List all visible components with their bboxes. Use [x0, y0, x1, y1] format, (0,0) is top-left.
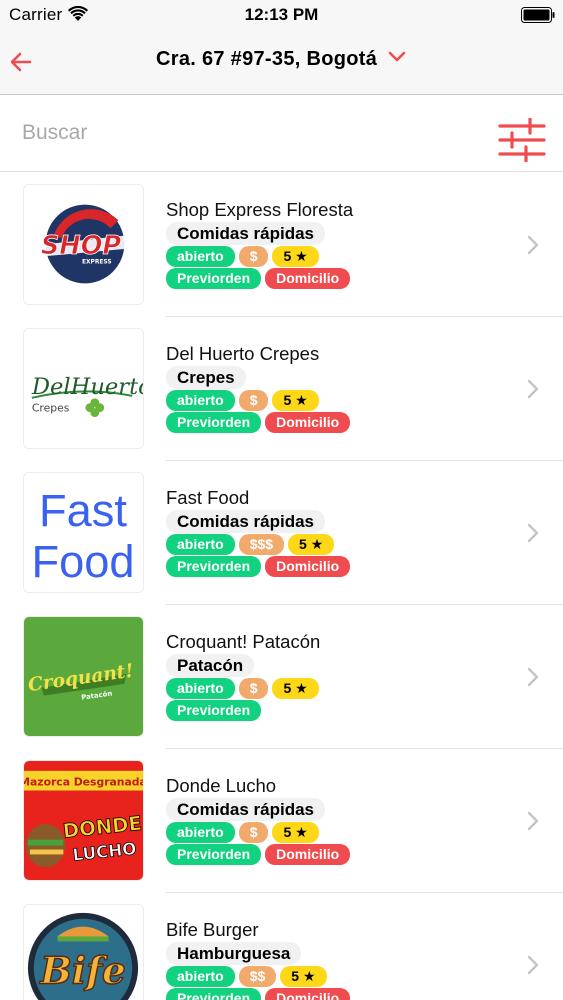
donde-lucho-logo: Mazorca Desgranada DONDE LUCHO: [24, 761, 143, 880]
category-badge: Comidas rápidas: [166, 222, 325, 245]
chevron-down-icon: [388, 51, 406, 62]
service-row: Previorden Domicilio: [166, 844, 351, 865]
restaurant-name: Croquant! Patacón: [166, 631, 321, 652]
chevron-right-icon: [527, 235, 539, 255]
svg-text:EXPRESS: EXPRESS: [82, 260, 112, 266]
preorder-badge: Previorden: [166, 412, 262, 433]
nav-bar: Cra. 67 #97-35, Bogotá: [0, 30, 563, 95]
fast-food-logo: Fast Food: [24, 473, 143, 592]
restaurant-list: SHOP EXPRESS Shop Express Floresta Comid…: [0, 173, 563, 1000]
list-item[interactable]: Fast Food Fast Food Comidas rápidas abie…: [0, 461, 563, 605]
restaurant-logo: SHOP EXPRESS: [23, 184, 144, 305]
restaurant-name: Fast Food: [166, 487, 250, 508]
clock: 12:13 PM: [244, 5, 319, 24]
status-bar: Carrier 12:13 PM: [0, 0, 563, 30]
svg-text:Crepes: Crepes: [32, 402, 70, 415]
restaurant-name: Bife Burger: [166, 919, 259, 940]
chevron-right-icon: [527, 379, 539, 399]
list-item[interactable]: Bife Bife Burger Hamburguesa abierto $$ …: [0, 893, 563, 1000]
category-badge: Crepes: [166, 366, 246, 389]
preorder-badge: Previorden: [166, 268, 262, 289]
delivery-badge: Domicilio: [265, 268, 351, 289]
status-badge: abierto: [166, 390, 235, 411]
tag-row: abierto $ 5 ★: [166, 246, 319, 267]
rating-badge: 5 ★: [272, 678, 319, 699]
restaurant-name: Del Huerto Crepes: [166, 343, 320, 364]
status-badge: abierto: [166, 966, 235, 987]
preorder-badge: Previorden: [166, 844, 262, 865]
svg-text:DelHuerto: DelHuerto: [31, 374, 143, 400]
chevron-right-icon: [527, 523, 539, 543]
restaurant-logo: Mazorca Desgranada DONDE LUCHO: [23, 760, 144, 881]
category-badge: Hamburguesa: [166, 942, 302, 965]
tag-row: abierto $$ 5 ★: [166, 966, 327, 987]
restaurant-logo: Fast Food: [23, 472, 144, 593]
preorder-badge: Previorden: [166, 700, 262, 721]
restaurant-logo: Croquant! Patacón: [23, 616, 144, 737]
status-badge: abierto: [166, 678, 235, 699]
restaurant-name: Shop Express Floresta: [166, 199, 354, 220]
delivery-badge: Domicilio: [265, 412, 351, 433]
search-bar: [0, 96, 563, 172]
shop-express-logo: SHOP EXPRESS: [24, 185, 143, 304]
delivery-badge: Domicilio: [265, 556, 351, 577]
service-row: Previorden Domicilio: [166, 988, 351, 1000]
bife-burger-logo: Bife: [24, 905, 143, 1000]
svg-text:SHOP: SHOP: [41, 231, 122, 261]
category-badge: Comidas rápidas: [166, 798, 325, 821]
filter-sliders-icon[interactable]: [498, 118, 546, 162]
rating-badge: 5 ★: [272, 246, 319, 267]
search-input[interactable]: [22, 118, 462, 148]
tag-row: abierto $ 5 ★: [166, 822, 319, 843]
tag-row: abierto $ 5 ★: [166, 390, 319, 411]
chevron-right-icon: [527, 811, 539, 831]
delivery-badge: Domicilio: [265, 844, 351, 865]
delivery-badge: Domicilio: [265, 988, 351, 1000]
status-badge: abierto: [166, 822, 235, 843]
tag-row: abierto $ 5 ★: [166, 678, 319, 699]
price-badge: $: [238, 390, 269, 411]
restaurant-logo: DelHuerto Crepes: [23, 328, 144, 449]
price-badge: $$: [238, 966, 277, 987]
tag-row: abierto $$$ 5 ★: [166, 534, 335, 555]
list-item[interactable]: Mazorca Desgranada DONDE LUCHO Donde Luc…: [0, 749, 563, 893]
croquant-logo: Croquant! Patacón: [24, 617, 143, 736]
rating-badge: 5 ★: [272, 822, 319, 843]
battery-icon: [521, 7, 555, 23]
rating-badge: 5 ★: [280, 966, 327, 987]
restaurant-name: Donde Lucho: [166, 775, 277, 796]
price-badge: $: [238, 822, 269, 843]
chevron-right-icon: [527, 667, 539, 687]
address-label: Cra. 67 #97-35, Bogotá: [156, 48, 378, 70]
list-item[interactable]: DelHuerto Crepes Del Huerto Crepes Crepe…: [0, 317, 563, 461]
address-selector[interactable]: Cra. 67 #97-35, Bogotá: [0, 48, 563, 71]
restaurant-logo: Bife: [23, 904, 144, 1000]
del-huerto-logo: DelHuerto Crepes: [24, 329, 143, 448]
list-item[interactable]: Croquant! Patacón Croquant! Patacón Pata…: [0, 605, 563, 749]
svg-text:Bife: Bife: [39, 949, 126, 993]
preorder-badge: Previorden: [166, 988, 262, 1000]
service-row: Previorden Domicilio: [166, 412, 351, 433]
svg-text:Food: Food: [31, 536, 134, 587]
list-item[interactable]: SHOP EXPRESS Shop Express Floresta Comid…: [0, 173, 563, 317]
price-badge: $: [238, 678, 269, 699]
price-badge: $: [238, 246, 269, 267]
status-badge: abierto: [166, 534, 235, 555]
status-badge: abierto: [166, 246, 235, 267]
preorder-badge: Previorden: [166, 556, 262, 577]
svg-text:Mazorca Desgranada: Mazorca Desgranada: [24, 776, 143, 789]
category-badge: Patacón: [166, 654, 255, 677]
rating-badge: 5 ★: [288, 534, 335, 555]
service-row: Previorden Domicilio: [166, 556, 351, 577]
chevron-right-icon: [527, 955, 539, 975]
svg-text:Fast: Fast: [39, 485, 127, 536]
service-row: Previorden Domicilio: [166, 268, 351, 289]
service-row: Previorden: [166, 700, 262, 721]
rating-badge: 5 ★: [272, 390, 319, 411]
price-badge: $$$: [238, 534, 285, 555]
category-badge: Comidas rápidas: [166, 510, 325, 533]
